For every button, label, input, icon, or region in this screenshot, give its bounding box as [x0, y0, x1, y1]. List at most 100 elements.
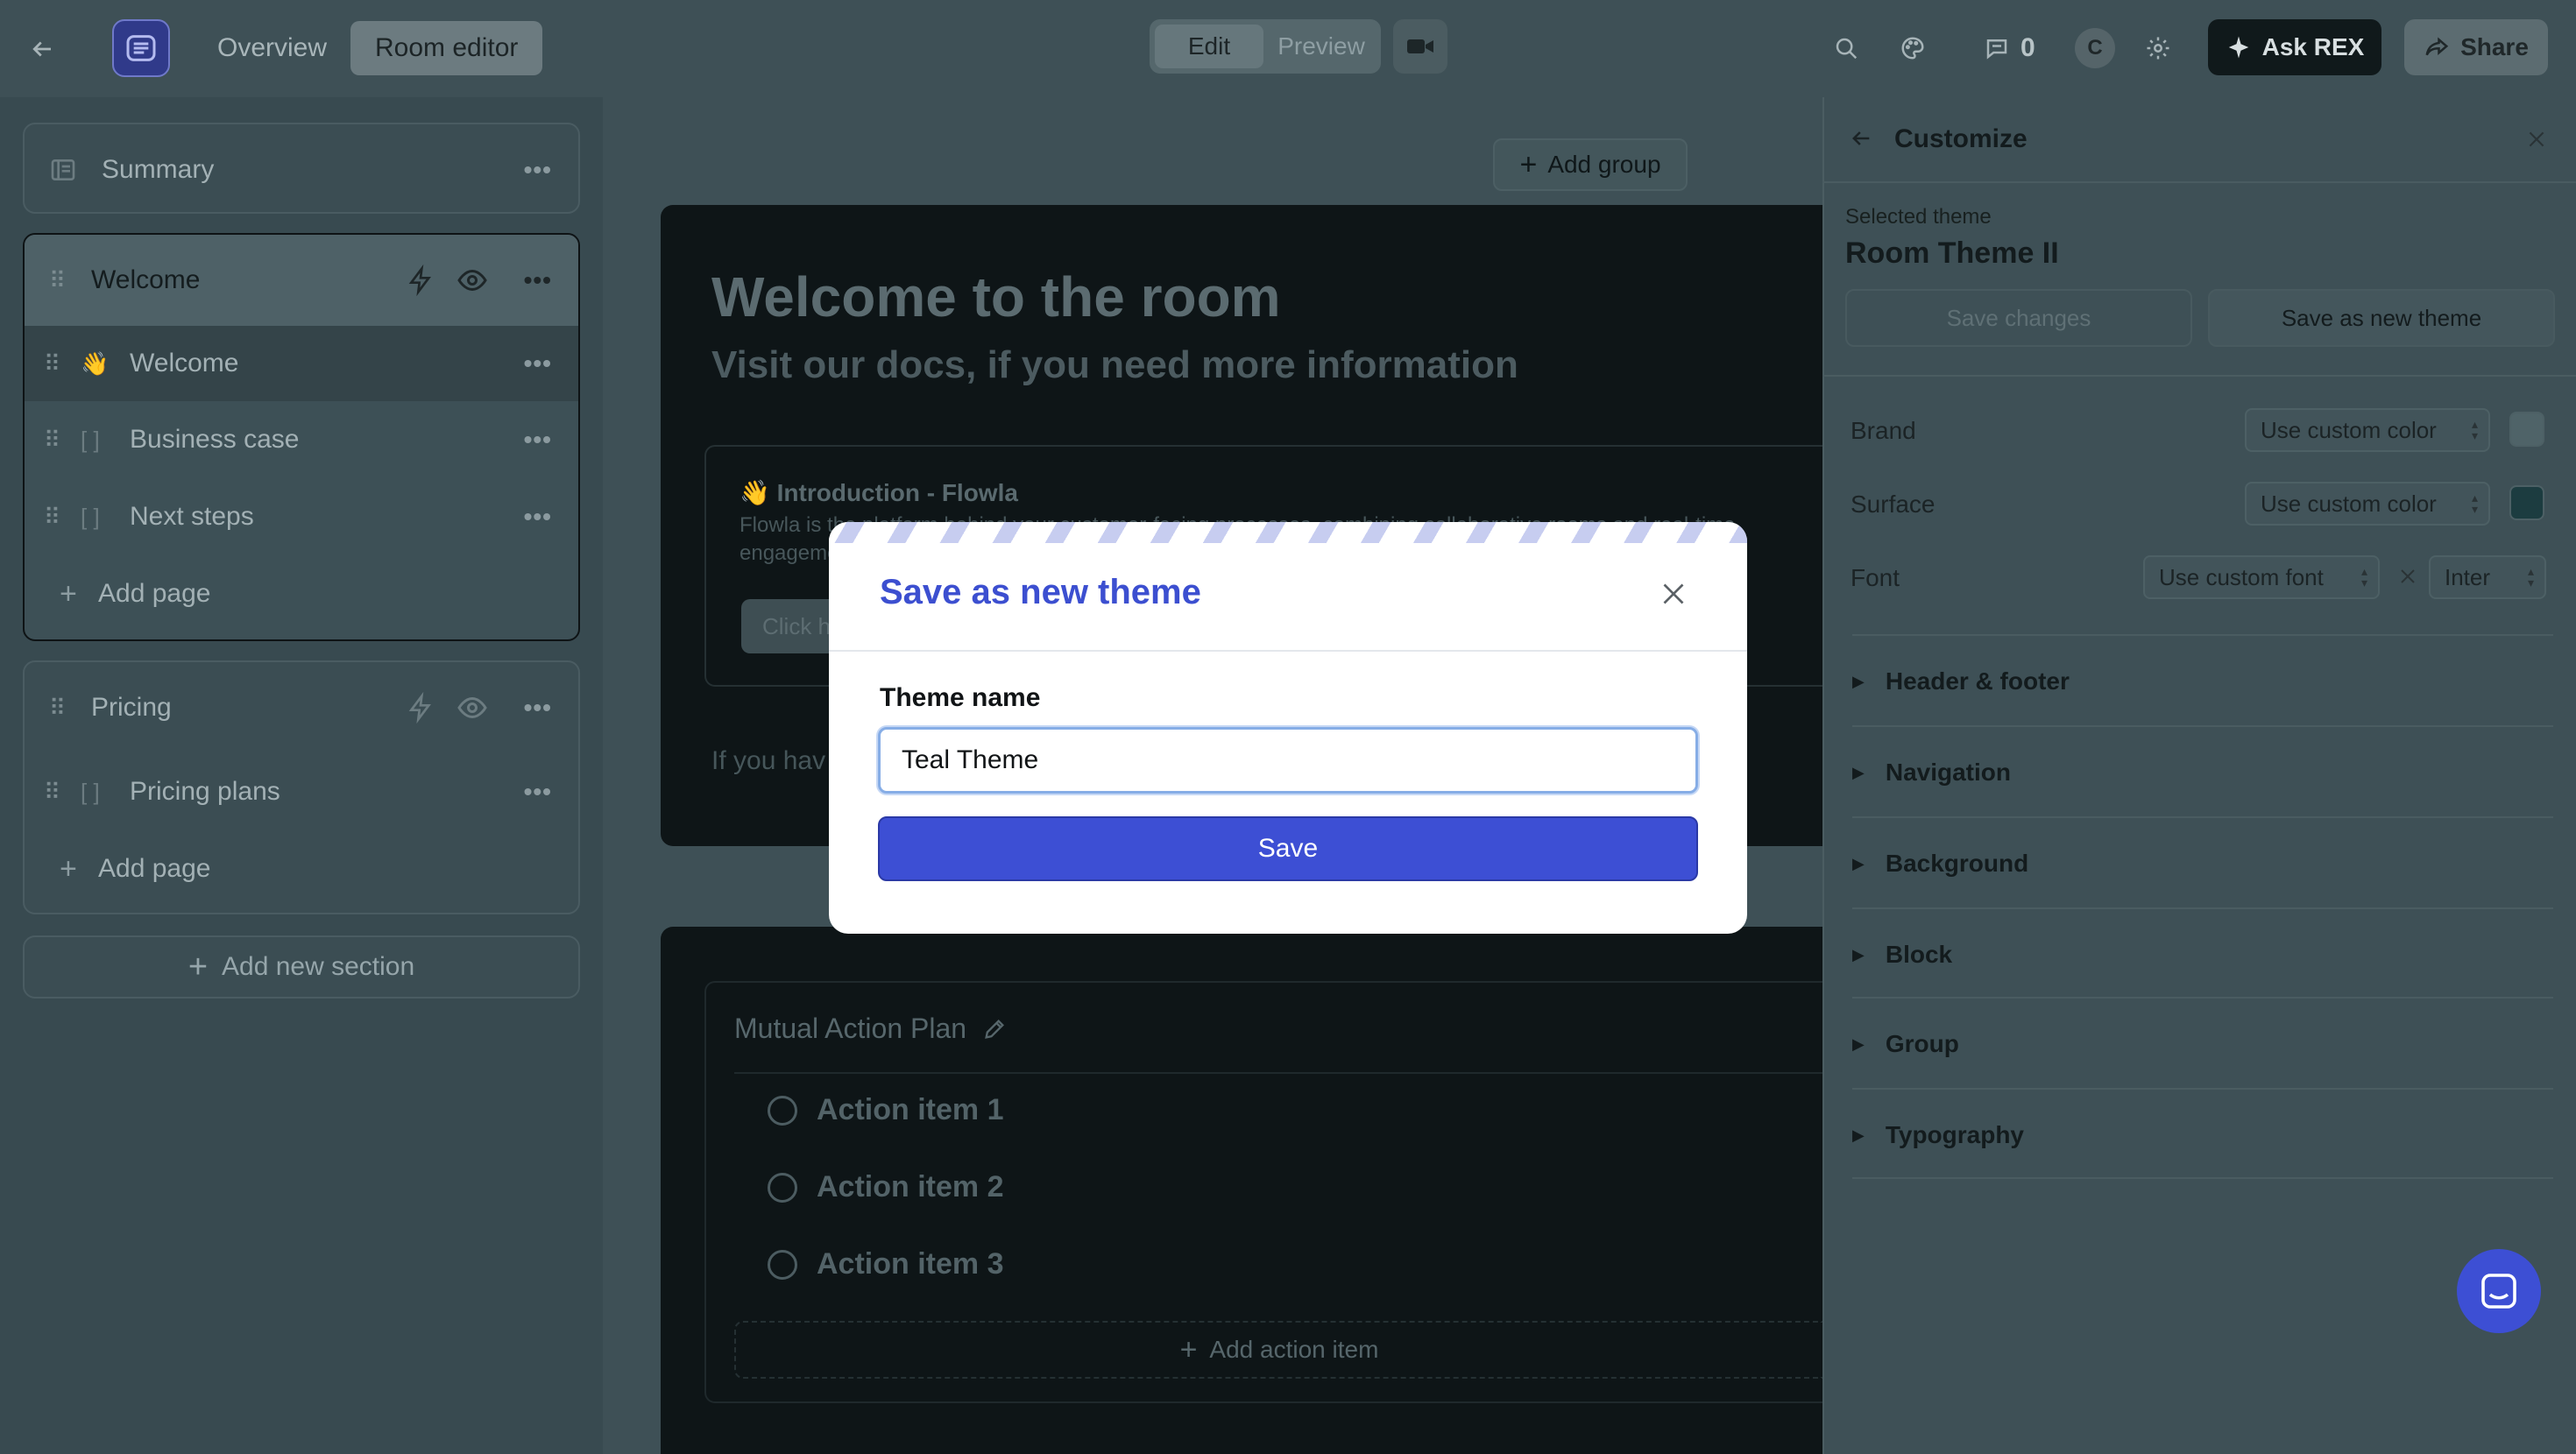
more-icon[interactable]: •••: [524, 778, 552, 806]
lightning-icon[interactable]: [407, 265, 435, 296]
save-theme-modal: Save as new theme Theme name Save: [829, 522, 1747, 934]
accordion-label: Background: [1885, 850, 2029, 877]
back-arrow-icon[interactable]: [1849, 126, 1873, 151]
theme-name-input[interactable]: [878, 727, 1698, 794]
eye-icon[interactable]: [456, 692, 489, 723]
drag-handle-icon[interactable]: ⠿: [44, 427, 60, 454]
plus-icon: +: [1519, 147, 1538, 181]
page-bracket-icon: [ ]: [81, 503, 100, 530]
add-page-label: Add page: [98, 854, 211, 883]
action-plan-title[interactable]: Mutual Action Plan: [734, 1013, 1007, 1045]
save-button[interactable]: Save: [878, 816, 1698, 881]
accordion-group[interactable]: ▶ Group: [1852, 1030, 1959, 1058]
accordion-background[interactable]: ▶ Background: [1852, 850, 2028, 878]
mode-edit[interactable]: Edit: [1155, 25, 1263, 68]
tab-overview[interactable]: Overview: [193, 21, 351, 75]
accordion-header-footer[interactable]: ▶ Header & footer: [1852, 667, 2070, 695]
accordion-label: Block: [1885, 941, 1953, 968]
share-button[interactable]: Share: [2404, 19, 2548, 75]
close-icon[interactable]: [1658, 578, 1689, 610]
modal-stripe-header: [829, 522, 1747, 543]
comments-counter[interactable]: 0: [1984, 28, 2035, 68]
sparkle-icon: [2228, 36, 2248, 59]
add-page-button[interactable]: + Add page: [25, 559, 578, 629]
action-item[interactable]: Action item 3: [768, 1247, 1003, 1281]
sidebar-item-summary[interactable]: Summary •••: [23, 123, 580, 214]
back-arrow-icon[interactable]: [25, 32, 60, 67]
drag-handle-icon[interactable]: ⠿: [44, 350, 60, 378]
clear-icon[interactable]: [2397, 566, 2418, 587]
more-icon[interactable]: •••: [524, 156, 552, 184]
divider: [1822, 375, 2576, 377]
add-page-button[interactable]: + Add page: [25, 834, 578, 904]
plus-icon: +: [188, 948, 209, 985]
checkbox-circle[interactable]: [768, 1249, 797, 1280]
drag-handle-icon[interactable]: ⠿: [49, 695, 66, 722]
drag-handle-icon[interactable]: ⠿: [49, 267, 66, 294]
add-section-label: Add new section: [222, 952, 415, 981]
action-label: Action item 2: [817, 1170, 1004, 1203]
checkbox-circle[interactable]: [768, 1095, 797, 1126]
sidebar-item-next-steps[interactable]: ⠿ [ ] Next steps •••: [25, 478, 578, 555]
font-select[interactable]: Use custom font ▴ ▾: [2143, 555, 2380, 599]
brand-color-select[interactable]: Use custom color ▴ ▾: [2245, 408, 2490, 452]
add-new-section-button[interactable]: + Add new section: [23, 935, 580, 999]
section-welcome: ⠿ Welcome ••• ⠿ 👋 Welcome ••• ⠿ [ ] Busi…: [23, 233, 580, 641]
customize-title: Customize: [1894, 124, 2028, 153]
block-subtitle[interactable]: Visit our docs, if you need more informa…: [711, 343, 1518, 387]
comments-count: 0: [2020, 33, 2035, 62]
tab-room-editor[interactable]: Room editor: [350, 21, 543, 75]
surface-color-select[interactable]: Use custom color ▴ ▾: [2245, 482, 2490, 526]
more-icon[interactable]: •••: [524, 266, 552, 294]
brand-color-swatch[interactable]: [2509, 412, 2544, 447]
accordion-navigation[interactable]: ▶ Navigation: [1852, 759, 2011, 787]
eye-icon[interactable]: [456, 265, 489, 296]
action-item[interactable]: Action item 2: [768, 1170, 1003, 1204]
action-item[interactable]: Action item 1: [768, 1093, 1003, 1127]
ask-rex-button[interactable]: Ask REX: [2208, 19, 2381, 75]
select-value: Use custom color: [2261, 416, 2437, 443]
font-family-select[interactable]: Inter ▴ ▾: [2429, 555, 2546, 599]
mode-preview[interactable]: Preview: [1267, 25, 1376, 68]
search-icon[interactable]: [1828, 30, 1865, 67]
sidebar-item-pricing-plans[interactable]: ⠿ [ ] Pricing plans •••: [25, 753, 578, 830]
accordion-block[interactable]: ▶ Block: [1852, 941, 1952, 969]
chevron-updown-icon: ▴ ▾: [2471, 491, 2478, 516]
more-icon[interactable]: •••: [524, 694, 552, 722]
app-logo-icon[interactable]: [112, 19, 170, 77]
section-header-pricing[interactable]: ⠿ Pricing •••: [25, 662, 578, 753]
accordion-typography[interactable]: ▶ Typography: [1852, 1121, 2024, 1149]
more-icon[interactable]: •••: [524, 503, 552, 531]
sidebar-item-welcome-page[interactable]: ⠿ 👋 Welcome •••: [25, 326, 578, 401]
gear-icon[interactable]: [2140, 30, 2176, 67]
block-title[interactable]: Welcome to the room: [711, 265, 1281, 329]
chat-support-button[interactable]: [2457, 1249, 2541, 1333]
divider: [1852, 725, 2553, 727]
surface-color-swatch[interactable]: [2509, 485, 2544, 520]
video-camera-icon[interactable]: [1393, 19, 1447, 74]
summary-icon: [51, 159, 75, 180]
more-icon[interactable]: •••: [524, 349, 552, 378]
avatar[interactable]: C: [2075, 28, 2115, 68]
more-icon[interactable]: •••: [524, 426, 552, 454]
caret-right-icon: ▶: [1852, 945, 1865, 963]
add-group-button[interactable]: + Add group: [1493, 138, 1688, 191]
lightning-icon[interactable]: [407, 692, 435, 723]
page-bracket-icon: [ ]: [81, 778, 100, 805]
sidebar-item-business-case[interactable]: ⠿ [ ] Business case •••: [25, 401, 578, 478]
add-group-label: Add group: [1547, 151, 1661, 178]
save-changes-button[interactable]: Save changes: [1845, 289, 2192, 347]
close-icon[interactable]: [2525, 128, 2548, 151]
checkbox-circle[interactable]: [768, 1172, 797, 1203]
page-label: Welcome: [130, 349, 239, 378]
add-action-item-button[interactable]: + Add action item: [734, 1321, 1822, 1379]
font-label: Font: [1851, 564, 1900, 591]
modal-title: Save as new theme: [880, 573, 1201, 611]
save-as-new-theme-button[interactable]: Save as new theme: [2208, 289, 2555, 347]
selected-theme-name: Room Theme II: [1845, 236, 2059, 270]
drag-handle-icon[interactable]: ⠿: [44, 779, 60, 806]
drag-handle-icon[interactable]: ⠿: [44, 504, 60, 531]
palette-icon[interactable]: [1894, 30, 1931, 67]
section-header-welcome[interactable]: ⠿ Welcome •••: [25, 235, 578, 326]
pencil-icon[interactable]: [982, 1017, 1007, 1041]
